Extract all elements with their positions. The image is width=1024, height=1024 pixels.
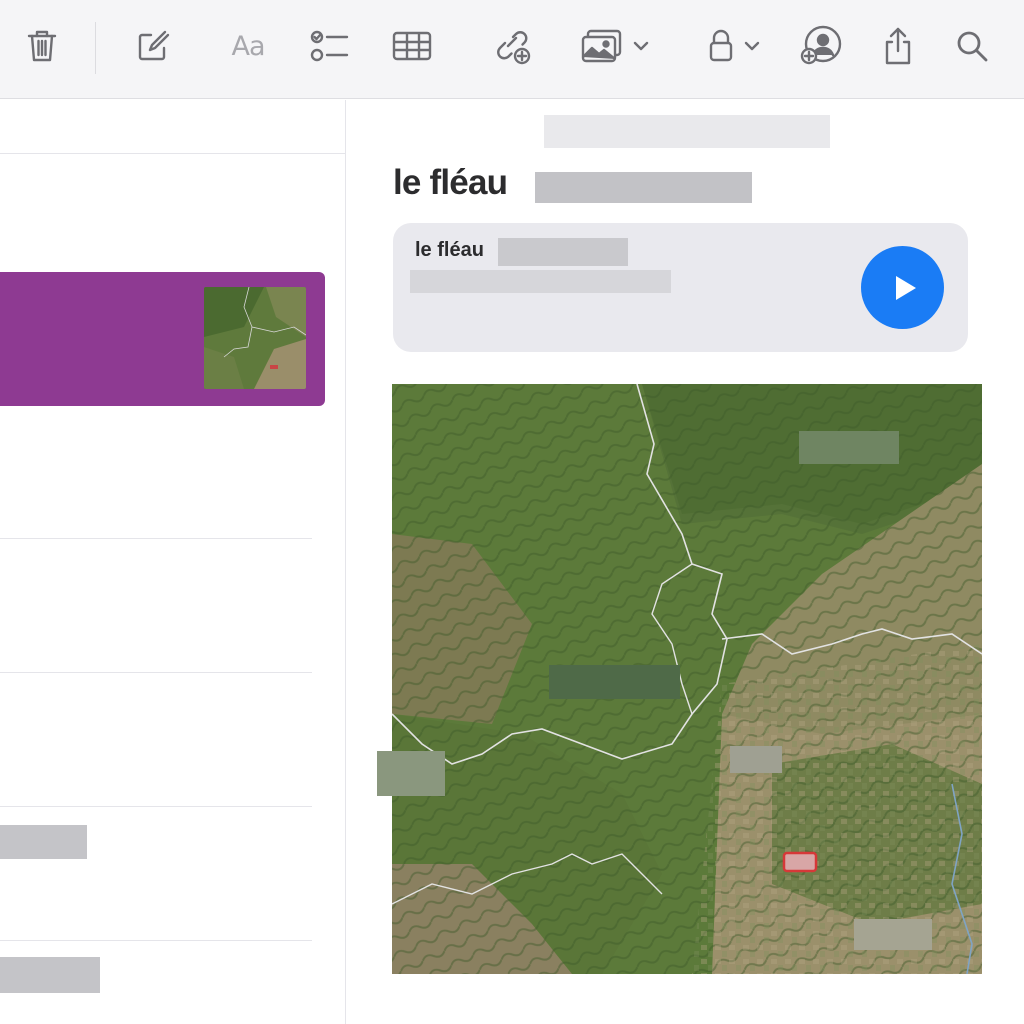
search-icon xyxy=(957,31,988,62)
audio-recording-card[interactable]: le fléau xyxy=(393,223,968,352)
link-add-icon xyxy=(497,31,531,65)
photo-icon xyxy=(581,29,622,63)
collaborate-button[interactable] xyxy=(797,22,845,70)
chevron-down-icon xyxy=(744,41,760,51)
compose-icon xyxy=(138,30,170,61)
format-button[interactable]: Aa xyxy=(224,22,272,70)
play-button[interactable] xyxy=(861,246,944,329)
delete-button[interactable] xyxy=(22,22,62,70)
trash-icon xyxy=(27,30,57,62)
list-divider xyxy=(0,940,312,941)
note-title: le fléau xyxy=(393,163,508,202)
person-add-icon xyxy=(800,25,842,65)
satellite-map-image xyxy=(392,384,982,974)
table-icon xyxy=(392,31,432,61)
list-divider xyxy=(0,806,312,807)
notes-list xyxy=(0,100,346,1024)
link-button[interactable] xyxy=(490,22,534,70)
audio-title: le fléau xyxy=(415,239,484,261)
redacted-text xyxy=(498,238,628,266)
toolbar: Aa xyxy=(0,0,1024,99)
share-icon xyxy=(885,27,911,65)
search-button[interactable] xyxy=(952,22,992,70)
redacted-text xyxy=(0,825,87,859)
checklist-button[interactable] xyxy=(308,22,352,70)
share-button[interactable] xyxy=(878,22,918,70)
chevron-down-icon xyxy=(633,41,649,51)
redacted-date xyxy=(544,115,830,148)
lock-button[interactable] xyxy=(701,22,767,70)
list-divider xyxy=(0,538,312,539)
redacted-map-label xyxy=(377,751,445,796)
note-editor[interactable]: le fléau le fléau xyxy=(347,100,1024,1024)
redacted-text xyxy=(0,957,100,993)
media-button[interactable] xyxy=(576,22,654,70)
play-icon xyxy=(895,275,916,300)
list-header-divider xyxy=(0,153,345,154)
redacted-title-text xyxy=(535,172,752,203)
checklist-icon xyxy=(310,30,349,62)
text-format-icon: Aa xyxy=(231,30,265,62)
note-thumbnail xyxy=(204,287,306,389)
lock-icon xyxy=(709,29,733,62)
new-note-button[interactable] xyxy=(133,22,173,70)
toolbar-separator xyxy=(95,22,96,74)
list-divider xyxy=(0,672,312,673)
table-button[interactable] xyxy=(390,22,434,70)
redacted-text xyxy=(410,270,671,293)
